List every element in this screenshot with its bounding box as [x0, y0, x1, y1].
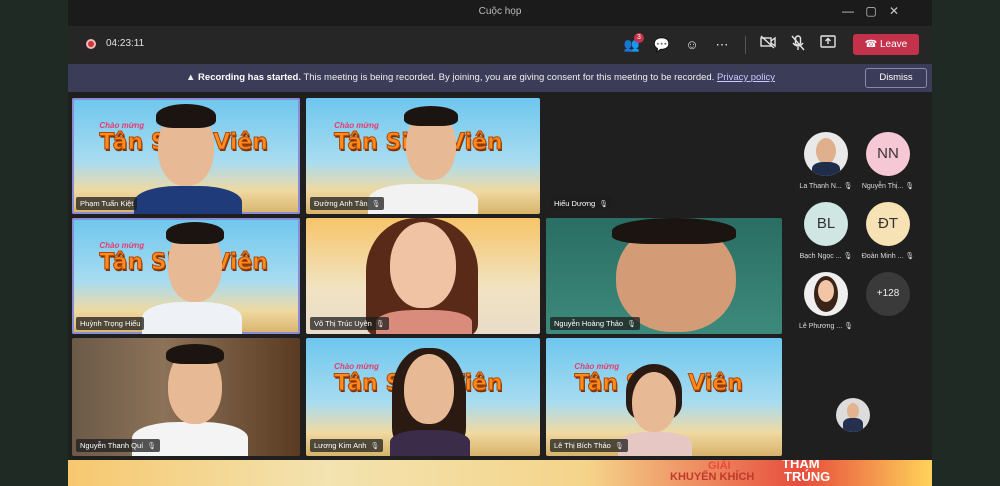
- roster-name: La Thanh N... 🎙: [799, 183, 853, 190]
- person-hair: [404, 106, 458, 126]
- person-body: [368, 184, 478, 214]
- dismiss-button[interactable]: Dismiss: [865, 68, 927, 88]
- video-tile[interactable]: Chào mừngTân Sinh Viên Lương Kim Anh🎙: [306, 338, 540, 456]
- roster-participant[interactable]: La Thanh N... 🎙: [798, 132, 854, 190]
- strip-text-khuyen-khich: KHUYẾN KHÍCH: [670, 471, 755, 483]
- strip-text-trung: TRÚNG: [784, 469, 831, 484]
- minimize-icon[interactable]: —: [840, 4, 856, 18]
- mic-off-icon[interactable]: [788, 35, 808, 55]
- meeting-timer: 04:23:11: [106, 38, 145, 49]
- participant-name-label: Huỳnh Trọng Hiếu: [76, 317, 145, 330]
- mic-muted-icon: 🎙: [905, 183, 915, 190]
- video-tile[interactable]: Hiếu Dương 🎙: [546, 98, 782, 214]
- roster-participant[interactable]: BL Bạch Ngọc ... 🎙: [798, 202, 854, 260]
- video-tile[interactable]: Võ Thị Trúc Uyên 🎙: [306, 218, 540, 334]
- privacy-policy-link[interactable]: Privacy policy: [717, 72, 775, 83]
- shared-banner-strip: GIẢI KHUYẾN KHÍCH THAM TRÚNG: [68, 460, 932, 486]
- roster-name: Lê Phương ... 🎙: [799, 323, 853, 330]
- person-body: [618, 432, 692, 456]
- person-hair: [166, 344, 224, 364]
- participant-name-label: Lương Kim Anh 🎙: [310, 439, 384, 452]
- participant-name-label: Lê Thị Bích Thảo 🎙: [550, 439, 628, 452]
- person-head: [404, 354, 454, 424]
- person-body: [390, 430, 470, 456]
- recording-message: ▲ Recording has started. This meeting is…: [186, 72, 775, 83]
- mic-muted-icon: 🎙: [371, 201, 381, 208]
- roster-name: Bạch Ngọc ... 🎙: [799, 253, 853, 260]
- person-body: [376, 310, 472, 334]
- maximize-icon[interactable]: ▢: [863, 4, 879, 18]
- video-grid: Chào mừngTân Sinh Viên Phạm Tuấn Kiệt Ch…: [68, 96, 788, 458]
- mic-muted-icon: 🎙: [843, 253, 853, 260]
- toolbar-divider: [745, 36, 746, 54]
- video-tile[interactable]: Nguyễn Hoàng Thảo 🎙: [546, 218, 782, 334]
- video-tile[interactable]: Chào mừngTân Sinh Viên Phạm Tuấn Kiệt: [72, 98, 300, 214]
- avatar: ĐT: [866, 202, 910, 246]
- title-bar: Cuộc họp — ▢ ✕: [68, 0, 932, 26]
- reactions-icon[interactable]: ☺: [682, 35, 702, 55]
- avatar: [804, 132, 848, 176]
- teams-meeting-window: Cuộc họp — ▢ ✕ 04:23:11 👥 3 💬 ☺ ⋯ ☎ Leave…: [68, 0, 932, 486]
- mic-muted-icon: 🎙: [843, 183, 853, 190]
- warning-icon: ▲: [186, 72, 196, 83]
- mic-muted-icon: 🎙: [844, 323, 853, 330]
- mic-muted-icon: 🎙: [375, 321, 385, 328]
- participants-icon[interactable]: 👥 3: [622, 33, 644, 55]
- avatar: BL: [804, 202, 848, 246]
- camera-off-icon[interactable]: [758, 35, 778, 55]
- share-screen-icon[interactable]: [818, 35, 838, 55]
- person-head: [632, 372, 676, 432]
- recording-banner: ▲ Recording has started. This meeting is…: [68, 64, 932, 92]
- self-view-avatar[interactable]: [836, 398, 870, 432]
- participant-name-label: Võ Thị Trúc Uyên 🎙: [310, 317, 389, 330]
- avatar: NN: [866, 132, 910, 176]
- person-body: [134, 186, 242, 214]
- more-participants-count: +128: [866, 272, 910, 316]
- participant-name-label: Đường Anh Tân 🎙: [310, 197, 385, 210]
- participant-name-label: Phạm Tuấn Kiệt: [76, 197, 138, 210]
- more-participants-button[interactable]: +128: [860, 272, 916, 316]
- recording-indicator-icon: [86, 39, 96, 49]
- meeting-toolbar: 04:23:11 👥 3 💬 ☺ ⋯ ☎ Leave: [68, 26, 932, 64]
- more-options-icon[interactable]: ⋯: [712, 35, 732, 55]
- participant-name-label: Hiếu Dương 🎙: [550, 197, 613, 210]
- leave-button[interactable]: ☎ Leave: [853, 34, 919, 55]
- mic-muted-icon: 🎙: [627, 321, 636, 328]
- participant-name-label: Nguyễn Thanh Quí 🎙: [76, 439, 161, 452]
- phone-hangup-icon: ☎: [864, 39, 880, 50]
- recording-text: This meeting is being recorded. By joini…: [303, 72, 715, 83]
- roster-participant[interactable]: ĐT Đoàn Minh ... 🎙: [860, 202, 916, 260]
- video-tile[interactable]: Chào mừngTân Sinh Viên Huỳnh Trọng Hiếu: [72, 218, 300, 334]
- roster-name: Đoàn Minh ... 🎙: [861, 253, 915, 260]
- mic-muted-icon: 🎙: [614, 443, 624, 450]
- person-hair: [166, 222, 224, 244]
- person-hair: [612, 218, 736, 244]
- close-icon[interactable]: ✕: [886, 4, 902, 18]
- video-tile[interactable]: Chào mừngTân Sinh Viên Lê Thị Bích Thảo🎙: [546, 338, 782, 456]
- roster-participant[interactable]: Lê Phương ... 🎙: [798, 272, 854, 330]
- mic-muted-icon: 🎙: [370, 443, 380, 450]
- participants-badge: 3: [634, 33, 644, 43]
- mic-muted-icon: 🎙: [599, 201, 609, 208]
- chat-icon[interactable]: 💬: [652, 35, 672, 55]
- person-head: [390, 222, 456, 308]
- recording-title: Recording has started.: [198, 72, 301, 83]
- video-tile[interactable]: Nguyễn Thanh Quí 🎙: [72, 338, 300, 456]
- roster-name: Nguyễn Thị... 🎙: [861, 183, 915, 190]
- roster-participant[interactable]: NN Nguyễn Thị... 🎙: [860, 132, 916, 190]
- mic-muted-icon: 🎙: [147, 443, 157, 450]
- person-body: [142, 302, 242, 334]
- video-tile[interactable]: Chào mừngTân Sinh Viên Đường Anh Tân🎙: [306, 98, 540, 214]
- participant-name-label: Nguyễn Hoàng Thảo 🎙: [550, 317, 640, 330]
- avatar: [804, 272, 848, 316]
- window-title: Cuộc họp: [478, 6, 522, 17]
- mic-muted-icon: 🎙: [905, 253, 915, 260]
- person-hair: [156, 104, 216, 128]
